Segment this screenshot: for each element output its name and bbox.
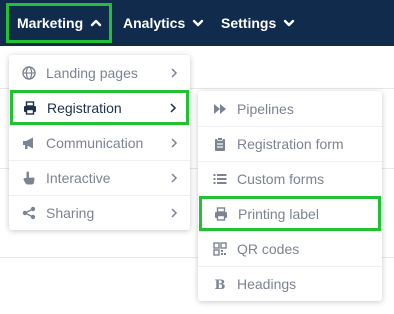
submenu-item-label: Headings <box>237 276 297 292</box>
share-icon <box>22 206 36 220</box>
menu-item-label: Registration <box>47 99 122 116</box>
submenu-item-custom-forms[interactable]: Custom forms <box>198 161 382 196</box>
printer-icon <box>23 100 37 115</box>
chevron-right-icon <box>171 67 178 78</box>
menu-item-label: Sharing <box>46 205 95 221</box>
nav-analytics-label: Analytics <box>123 15 186 31</box>
bold-icon: B <box>213 277 227 291</box>
nav-marketing-label: Marketing <box>17 15 84 31</box>
globe-icon <box>22 65 36 80</box>
megaphone-icon <box>22 136 36 150</box>
menu-item-label: Communication <box>46 135 144 151</box>
submenu-item-pipelines[interactable]: Pipelines <box>198 91 382 126</box>
printer-icon <box>214 206 228 221</box>
submenu-item-headings[interactable]: B Headings <box>198 266 382 301</box>
nav-settings-label: Settings <box>221 15 277 31</box>
menu-item-communication[interactable]: Communication <box>9 125 190 160</box>
clipboard-icon <box>213 137 227 151</box>
chevron-right-icon <box>170 102 177 113</box>
submenu-item-label: Pipelines <box>237 100 294 117</box>
fast-forward-icon <box>213 102 227 116</box>
chevron-up-icon <box>90 19 102 27</box>
menu-item-sharing[interactable]: Sharing <box>9 195 190 230</box>
menu-item-label: Landing pages <box>46 64 138 81</box>
chevron-down-icon <box>193 19 204 27</box>
menu-item-landing-pages[interactable]: Landing pages <box>9 55 190 90</box>
marketing-dropdown: Landing pages Registration Communication… <box>9 55 190 230</box>
submenu-item-label: Custom forms <box>237 171 325 187</box>
submenu-item-label: QR codes <box>237 241 300 257</box>
chevron-right-icon <box>171 208 178 218</box>
qr-code-icon <box>213 242 227 256</box>
submenu-item-label: Registration form <box>237 136 344 152</box>
list-icon <box>213 172 227 186</box>
submenu-item-registration-form[interactable]: Registration form <box>198 126 382 161</box>
chevron-right-icon <box>171 138 178 148</box>
menu-item-registration[interactable]: Registration <box>10 90 189 125</box>
submenu-item-qr-codes[interactable]: QR codes <box>198 231 382 266</box>
menu-item-label: Interactive <box>46 170 111 186</box>
submenu-item-label: Printing label <box>238 205 319 222</box>
submenu-item-printing-label[interactable]: Printing label <box>199 196 381 231</box>
nav-marketing[interactable]: Marketing <box>6 3 112 43</box>
chevron-down-icon <box>284 19 295 27</box>
svg-text:B: B <box>215 278 226 291</box>
chevron-right-icon <box>171 173 178 183</box>
top-navbar: Marketing Analytics Settings <box>0 0 394 46</box>
registration-submenu: Pipelines Registration form Custom forms… <box>198 91 382 301</box>
nav-analytics[interactable]: Analytics <box>123 0 204 46</box>
nav-settings[interactable]: Settings <box>221 0 295 46</box>
pointer-hand-icon <box>22 171 36 185</box>
menu-item-interactive[interactable]: Interactive <box>9 160 190 195</box>
